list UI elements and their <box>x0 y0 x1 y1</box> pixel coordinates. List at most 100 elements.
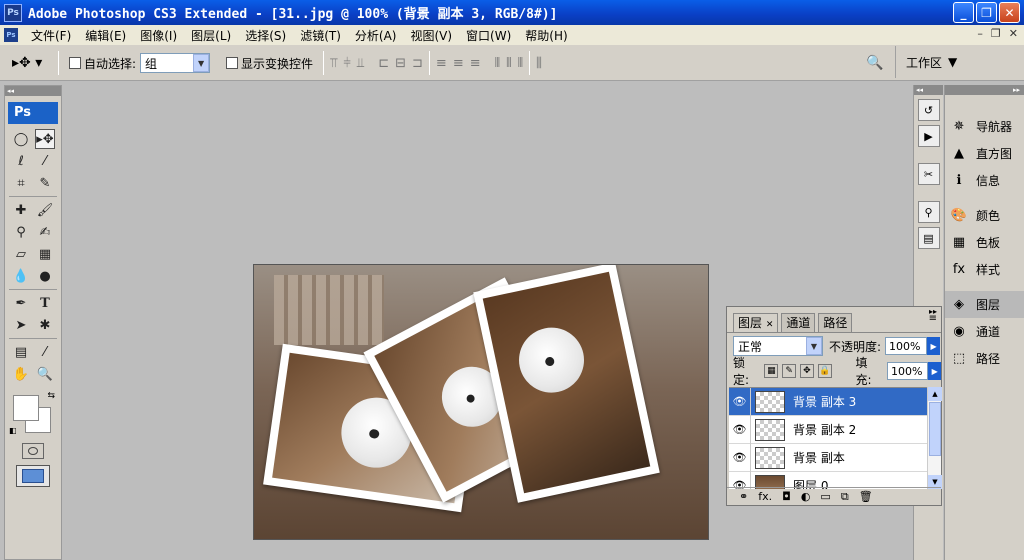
panel-collapse-icon[interactable]: ▸▸ <box>929 307 937 316</box>
align-vcenter-icon[interactable]: ⫩ <box>343 56 350 71</box>
align-top-icon[interactable]: ⫪ <box>330 56 337 71</box>
tab-close-icon[interactable]: ✕ <box>766 320 774 330</box>
auto-align-icon[interactable]: ⫼ <box>536 56 542 71</box>
gradient-tool-icon[interactable]: ▦ <box>35 244 55 264</box>
blend-mode-dropdown[interactable]: 正常 ▼ <box>733 336 823 356</box>
tab-channels[interactable]: 通道 <box>781 313 816 332</box>
toolbox-header[interactable]: ◂◂ <box>5 86 61 96</box>
magic-wand-tool-icon[interactable]: ⁄ <box>35 151 55 171</box>
styles-panel-button[interactable]: fx 样式 <box>945 256 1024 283</box>
close-button[interactable]: ✕ <box>999 2 1020 23</box>
align-left-icon[interactable]: ⊏ <box>378 56 389 71</box>
document-canvas[interactable] <box>253 264 709 540</box>
brushes-icon[interactable]: ⚲ <box>917 201 940 223</box>
chevron-down-icon[interactable]: ▼ <box>193 54 210 72</box>
menu-layer[interactable]: 图层(L) <box>184 27 238 44</box>
distribute-bottom-icon[interactable]: ≡ <box>470 56 481 71</box>
menu-analysis[interactable]: 分析(A) <box>348 27 404 44</box>
crop-tool-icon[interactable]: ⌗ <box>11 173 31 193</box>
align-right-icon[interactable]: ⊐ <box>412 56 423 71</box>
show-transform-checkbox[interactable] <box>226 57 239 69</box>
paths-panel-button[interactable]: ⬚ 路径 <box>945 345 1024 372</box>
blur-tool-icon[interactable]: 💧 <box>11 266 31 286</box>
clone-stamp-tool-icon[interactable]: ⚲ <box>11 222 31 242</box>
opacity-slider-icon[interactable]: ▶ <box>927 337 941 355</box>
slice-tool-icon[interactable]: ✎ <box>35 173 55 193</box>
link-layers-icon[interactable]: ⚭ <box>739 490 748 503</box>
menu-window[interactable]: 窗口(W) <box>459 27 518 44</box>
photoshop-logo[interactable]: Ps <box>8 102 58 124</box>
distribute-hcenter-icon[interactable]: ⫴ <box>506 56 511 71</box>
scroll-thumb[interactable] <box>929 402 941 456</box>
lock-all-icon[interactable]: 🔒 <box>817 364 832 378</box>
info-panel-button[interactable]: ℹ 信息 <box>945 167 1024 194</box>
history-brush-tool-icon[interactable]: ✍ <box>35 222 55 242</box>
color-panel-button[interactable]: 🎨 颜色 <box>945 202 1024 229</box>
lasso-tool-icon[interactable]: ℓ <box>11 151 31 171</box>
menu-select[interactable]: 选择(S) <box>238 27 293 44</box>
dodge-tool-icon[interactable]: ● <box>35 266 55 286</box>
distribute-left-icon[interactable]: ⫴ <box>495 56 500 71</box>
marquee-tool-icon[interactable]: ◯ <box>11 129 31 149</box>
fill-input[interactable]: 100% <box>887 362 929 380</box>
chevron-down-icon[interactable]: ▼ <box>806 337 822 355</box>
layer-list-scrollbar[interactable]: ▲ ▼ <box>927 387 942 489</box>
auto-select-checkbox[interactable] <box>69 57 81 69</box>
menu-filter[interactable]: 滤镜(T) <box>293 27 348 44</box>
fill-slider-icon[interactable]: ▶ <box>928 362 942 380</box>
move-tool-icon[interactable]: ▸✥ <box>35 129 55 149</box>
visibility-eye-icon[interactable]: 👁 <box>729 388 751 416</box>
visibility-eye-icon[interactable]: 👁 <box>729 443 751 472</box>
move-tool-preset-icon[interactable]: ▸✥ ▾ <box>12 51 52 75</box>
distribute-right-icon[interactable]: ⫴ <box>518 56 523 71</box>
notes-tool-icon[interactable]: ▤ <box>11 342 31 362</box>
navigator-panel-button[interactable]: ✵ 导航器 <box>945 113 1024 140</box>
layer-row[interactable]: 👁 背景 副本 3 <box>729 388 927 416</box>
strip-header[interactable]: ◂◂ <box>914 85 943 95</box>
hand-tool-icon[interactable]: ✋ <box>11 364 31 384</box>
auto-select-dropdown[interactable]: 组 ▼ <box>140 53 211 73</box>
delete-layer-icon[interactable]: 🗑 <box>859 490 873 503</box>
distribute-vcenter-icon[interactable]: ≡ <box>453 56 464 71</box>
zoom-tool-icon[interactable]: 🔍 <box>35 364 55 384</box>
layer-row[interactable]: 👁 背景 副本 2 <box>729 415 927 444</box>
tool-presets-icon[interactable]: ✂ <box>917 163 940 185</box>
new-layer-icon[interactable]: ⧉ <box>841 490 849 504</box>
minimize-button[interactable]: _ <box>953 2 974 23</box>
default-colors-icon[interactable]: ◧ <box>9 426 17 435</box>
align-hcenter-icon[interactable]: ⊟ <box>395 56 406 71</box>
lock-position-icon[interactable]: ✥ <box>800 364 814 378</box>
menu-file[interactable]: 文件(F) <box>24 27 78 44</box>
type-tool-icon[interactable]: T <box>35 293 55 313</box>
swap-colors-icon[interactable]: ⇆ <box>47 391 55 401</box>
dock-header[interactable]: ▸▸ <box>945 85 1024 95</box>
custom-shape-tool-icon[interactable]: ✱ <box>35 315 55 335</box>
actions-icon[interactable]: ▶ <box>917 125 940 147</box>
screen-mode-button[interactable] <box>16 465 50 487</box>
align-bottom-icon[interactable]: ⫫ <box>357 56 364 71</box>
doc-minimize-icon[interactable]: – <box>977 27 983 40</box>
menu-image[interactable]: 图像(I) <box>133 27 184 44</box>
visibility-eye-icon[interactable]: 👁 <box>729 415 751 444</box>
distribute-top-icon[interactable]: ≡ <box>436 56 447 71</box>
lock-transparency-icon[interactable]: ▦ <box>764 364 779 378</box>
doc-restore-icon[interactable]: ❐ <box>991 27 1001 40</box>
eyedropper-tool-icon[interactable]: ⁄ <box>35 342 55 362</box>
menu-help[interactable]: 帮助(H) <box>518 27 574 44</box>
add-mask-icon[interactable]: ◘ <box>782 490 791 503</box>
eraser-tool-icon[interactable]: ▱ <box>11 244 31 264</box>
brush-tool-icon[interactable]: 🖌 <box>35 200 55 220</box>
clone-source-icon[interactable]: ▤ <box>917 227 940 249</box>
bridge-icon[interactable]: 🔍 <box>860 50 890 76</box>
pen-tool-icon[interactable]: ✒ <box>11 293 31 313</box>
menu-view[interactable]: 视图(V) <box>403 27 459 44</box>
layer-row[interactable]: 👁 背景 副本 <box>729 443 927 472</box>
new-group-icon[interactable]: ▭ <box>820 490 830 503</box>
foreground-color-swatch[interactable] <box>13 395 39 421</box>
quick-mask-button[interactable] <box>22 443 44 459</box>
histogram-panel-button[interactable]: ▲ 直方图 <box>945 140 1024 167</box>
history-icon[interactable]: ↺ <box>917 99 940 121</box>
tab-paths[interactable]: 路径 <box>818 313 853 332</box>
lock-pixels-icon[interactable]: ✎ <box>782 364 797 378</box>
opacity-input[interactable]: 100% <box>885 337 928 355</box>
